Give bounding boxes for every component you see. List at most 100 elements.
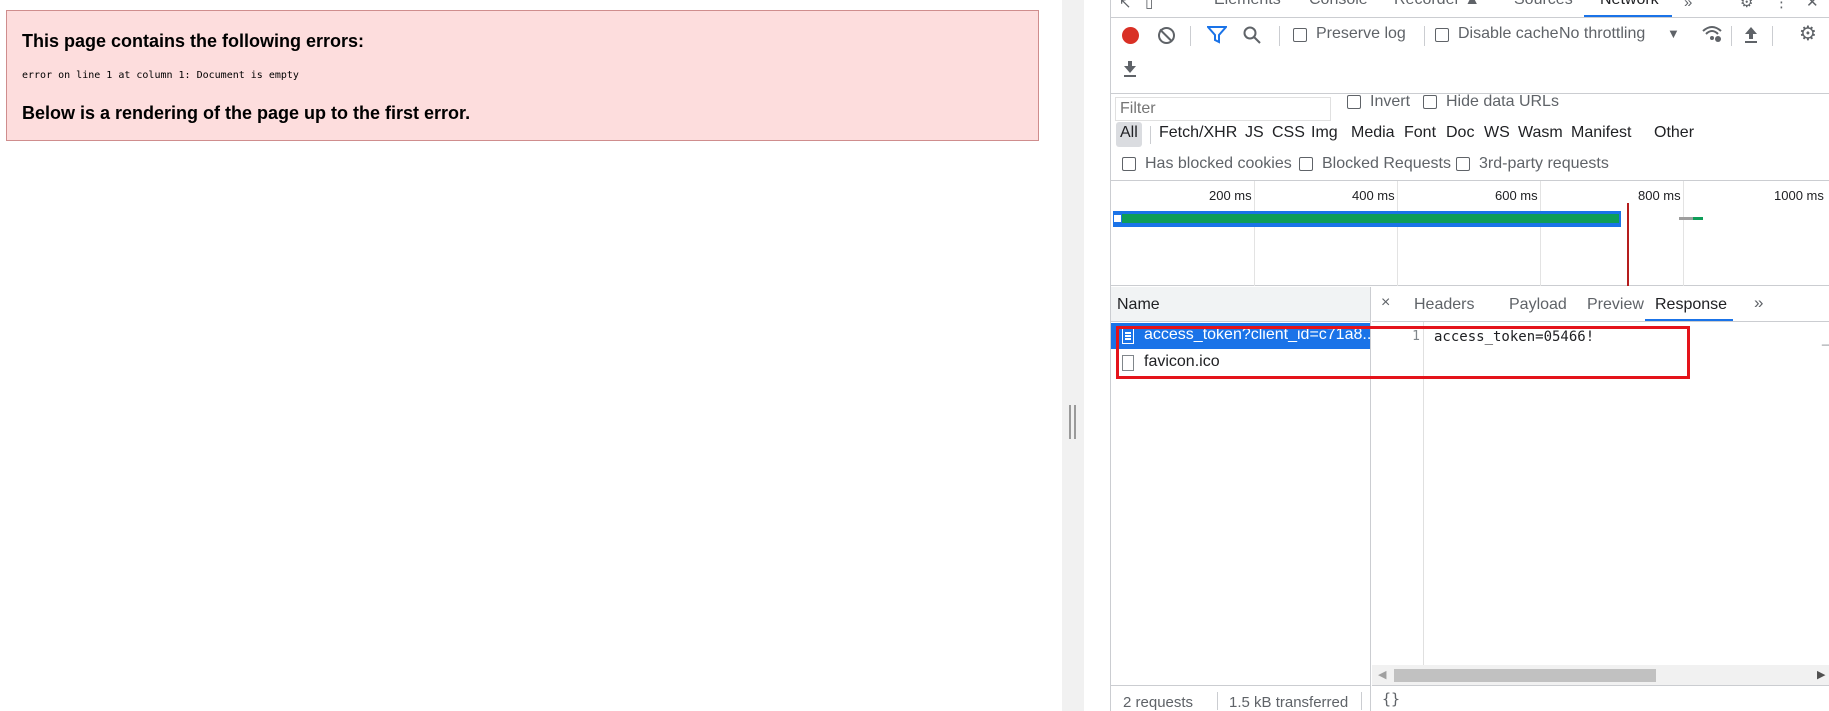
request-list: Name access_token?client_id=c71a8... fav… [1111,287,1371,711]
scrollbar-thumb[interactable] [1394,669,1656,682]
close-detail-icon[interactable]: × [1381,294,1390,312]
active-tab-indicator [1584,15,1672,17]
tab-recorder[interactable]: Recorder ▲ [1394,0,1480,9]
type-filter-fetch-xhr[interactable]: Fetch/XHR [1155,122,1241,147]
inspect-element-icon[interactable]: ↖ [1119,0,1132,11]
devtools-panel: ↖ ▯ Elements Console Recorder ▲ Sources … [1110,0,1829,711]
export-har-icon[interactable] [1122,60,1138,78]
tick-400ms: 400 ms [1352,188,1395,203]
request-row-access-token[interactable]: access_token?client_id=c71a8... [1111,323,1370,349]
invert-checkbox[interactable] [1347,95,1361,109]
type-filter-ws[interactable]: WS [1480,122,1514,147]
toolbar-divider [1279,26,1280,46]
type-filter-other[interactable]: Other [1650,122,1698,147]
filter-funnel-icon[interactable] [1207,26,1227,44]
page-viewport: This page contains the following errors:… [0,0,1062,711]
response-footer: {} [1372,685,1829,711]
request-name: favicon.ico [1144,353,1220,370]
network-settings-gear-icon[interactable]: ⚙ [1799,24,1817,44]
tab-preview[interactable]: Preview [1587,296,1644,314]
more-detail-tabs-icon[interactable]: » [1754,293,1763,313]
has-blocked-cookies-checkbox[interactable] [1122,157,1136,171]
type-divider [1150,126,1151,144]
status-bar: 2 requests 1.5 kB transferred [1111,685,1370,711]
type-filter-img[interactable]: Img [1307,122,1342,147]
request-bar-download [1121,214,1619,223]
preserve-log-checkbox[interactable] [1293,28,1307,42]
timeline-overview[interactable]: 200 ms 400 ms 600 ms 800 ms 1000 ms [1111,181,1829,286]
toolbar-divider [1731,26,1732,46]
clear-log-icon[interactable] [1158,27,1175,44]
tab-response[interactable]: Response [1655,296,1727,314]
type-filter-all[interactable]: All [1116,122,1142,147]
devtools-tabbar: ↖ ▯ Elements Console Recorder ▲ Sources … [1111,0,1829,18]
name-header-label: Name [1117,296,1160,313]
toolbar-divider [1424,26,1425,46]
status-divider [1217,692,1218,710]
resize-grip-icon[interactable] [1069,405,1076,439]
type-filter-js[interactable]: JS [1241,122,1268,147]
record-button[interactable] [1122,27,1139,44]
type-filter-media[interactable]: Media [1347,122,1399,147]
blocked-requests-checkbox[interactable] [1299,157,1313,171]
toolbar-divider [1772,26,1773,46]
search-icon[interactable] [1243,26,1261,44]
name-column-header[interactable]: Name [1111,287,1370,322]
transferred-size: 1.5 kB transferred [1229,694,1349,711]
tab-console[interactable]: Console [1309,0,1368,9]
scroll-right-icon[interactable]: ▶ [1817,668,1825,681]
file-icon [1122,355,1134,371]
detail-tabbar: × Headers Payload Preview Response » [1372,287,1829,322]
document-icon [1122,328,1134,344]
has-blocked-cookies-label: Has blocked cookies [1145,155,1292,172]
active-detail-tab-indicator [1645,319,1733,321]
type-filter-manifest[interactable]: Manifest [1567,122,1635,147]
disable-cache-label: Disable cache [1458,25,1559,42]
chevron-down-icon[interactable]: ▼ [1667,26,1680,41]
tab-network[interactable]: Network [1600,0,1659,9]
horizontal-scrollbar[interactable]: ◀ ▶ [1372,665,1829,685]
xml-error-box: This page contains the following errors:… [6,10,1039,141]
type-filter-font[interactable]: Font [1400,122,1440,147]
resize-strip[interactable] [1062,0,1084,711]
response-body-text[interactable]: access_token=05466! [1434,329,1598,345]
filter-bar: Invert Hide data URLs All Fetch/XHR JS C… [1111,93,1829,181]
favicon-bar-wait [1679,217,1693,220]
tab-payload[interactable]: Payload [1509,296,1567,314]
scroll-left-icon[interactable]: ◀ [1378,668,1386,681]
load-event-marker [1627,203,1629,286]
disable-cache-checkbox[interactable] [1435,28,1449,42]
tab-sources[interactable]: Sources [1514,0,1573,9]
favicon-bar-download [1693,217,1703,220]
preserve-log-label: Preserve log [1316,25,1406,42]
settings-gear-icon[interactable]: ⚙ [1740,0,1753,10]
tab-headers[interactable]: Headers [1414,296,1474,314]
type-filter-wasm[interactable]: Wasm [1514,122,1567,147]
status-divider [1361,692,1362,710]
more-tabs-icon[interactable]: » [1684,0,1692,10]
close-devtools-icon[interactable]: ✕ [1806,0,1819,10]
more-options-icon[interactable]: ⋮ [1774,0,1789,10]
tick-1000ms: 1000 ms [1774,188,1824,203]
grid-line [1397,181,1398,286]
pretty-print-icon[interactable]: {} [1382,690,1400,708]
invert-label: Invert [1370,93,1411,110]
network-conditions-icon[interactable] [1702,25,1722,43]
line-number: 1 [1412,329,1420,344]
type-filter-doc[interactable]: Doc [1442,122,1478,147]
error-below-text: Below is a rendering of the page up to t… [22,103,471,123]
hide-data-urls-checkbox[interactable] [1423,95,1437,109]
import-har-icon[interactable] [1743,26,1759,44]
type-filter-css[interactable]: CSS [1268,122,1309,147]
tab-elements[interactable]: Elements [1214,0,1281,9]
hide-data-urls-label: Hide data URLs [1446,93,1559,110]
request-count: 2 requests [1123,694,1194,711]
grid-line [1540,181,1541,286]
line-gutter [1372,322,1424,677]
third-party-checkbox[interactable] [1456,157,1470,171]
network-toolbar: Preserve log Disable cache No throttling… [1111,18,1829,94]
device-toolbar-icon[interactable]: ▯ [1145,0,1153,10]
throttling-select[interactable]: No throttling [1559,25,1645,43]
filter-input[interactable] [1115,97,1331,121]
request-row-favicon[interactable]: favicon.ico [1111,350,1370,376]
